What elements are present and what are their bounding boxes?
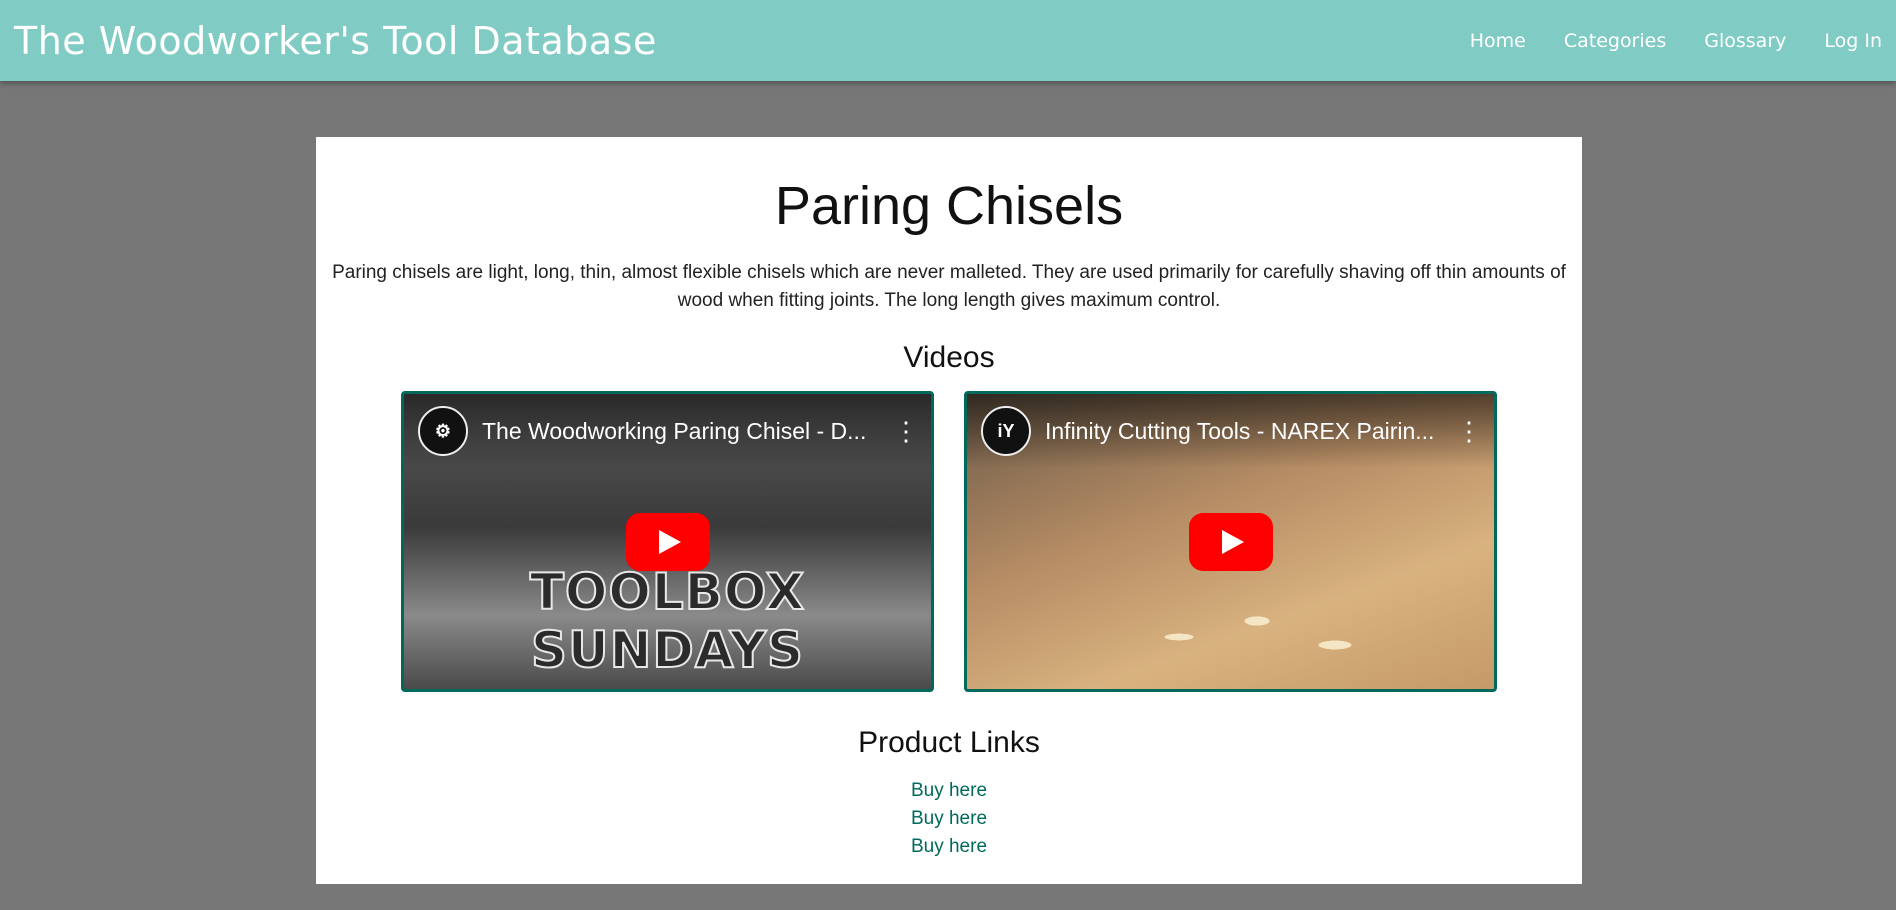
- product-links-list: Buy here Buy here Buy here: [316, 778, 1582, 859]
- tool-card: Paring Chisels Paring chisels are light,…: [316, 137, 1582, 884]
- videos-heading: Videos: [903, 341, 995, 374]
- product-link-2[interactable]: Buy here: [911, 806, 987, 831]
- more-options-icon[interactable]: ⋮: [893, 416, 919, 447]
- tool-description: Paring chisels are light, long, thin, al…: [332, 262, 1566, 311]
- video-embed-1[interactable]: ⚙ The Woodworking Paring Chisel - D... ⋮…: [401, 391, 934, 692]
- wood-shavings-image: [1127, 589, 1387, 669]
- video-header: ⚙ The Woodworking Paring Chisel - D... ⋮: [404, 394, 931, 468]
- sawblade-logo-icon[interactable]: ⚙: [418, 406, 468, 456]
- play-button-icon[interactable]: [1188, 512, 1273, 571]
- nav-home[interactable]: Home: [1470, 30, 1526, 52]
- product-link-1[interactable]: Buy here: [911, 778, 987, 803]
- nav-login[interactable]: Log In: [1824, 30, 1882, 52]
- video-title[interactable]: The Woodworking Paring Chisel - D...: [482, 418, 893, 445]
- video-embed-2[interactable]: iY Infinity Cutting Tools - NAREX Pairin…: [964, 391, 1497, 692]
- more-options-icon[interactable]: ⋮: [1456, 416, 1482, 447]
- video-thumbnail-caption: TOOLBOX SUNDAYS: [529, 562, 806, 680]
- play-button-icon[interactable]: [625, 512, 710, 571]
- nav-glossary[interactable]: Glossary: [1704, 30, 1786, 52]
- page-title: Paring Chisels: [774, 176, 1124, 236]
- main-nav: Home Categories Glossary Log In: [1432, 30, 1882, 52]
- videos-row: ⚙ The Woodworking Paring Chisel - D... ⋮…: [316, 391, 1582, 692]
- top-navbar: The Woodworker's Tool Database Home Cate…: [0, 0, 1896, 81]
- product-link-3[interactable]: Buy here: [911, 834, 987, 859]
- nav-categories[interactable]: Categories: [1564, 30, 1666, 52]
- product-links-heading: Product Links: [858, 726, 1040, 759]
- iy-logo-icon[interactable]: iY: [981, 406, 1031, 456]
- site-brand[interactable]: The Woodworker's Tool Database: [14, 19, 657, 63]
- video-header: iY Infinity Cutting Tools - NAREX Pairin…: [967, 394, 1494, 468]
- video-title[interactable]: Infinity Cutting Tools - NAREX Pairin...: [1045, 418, 1456, 445]
